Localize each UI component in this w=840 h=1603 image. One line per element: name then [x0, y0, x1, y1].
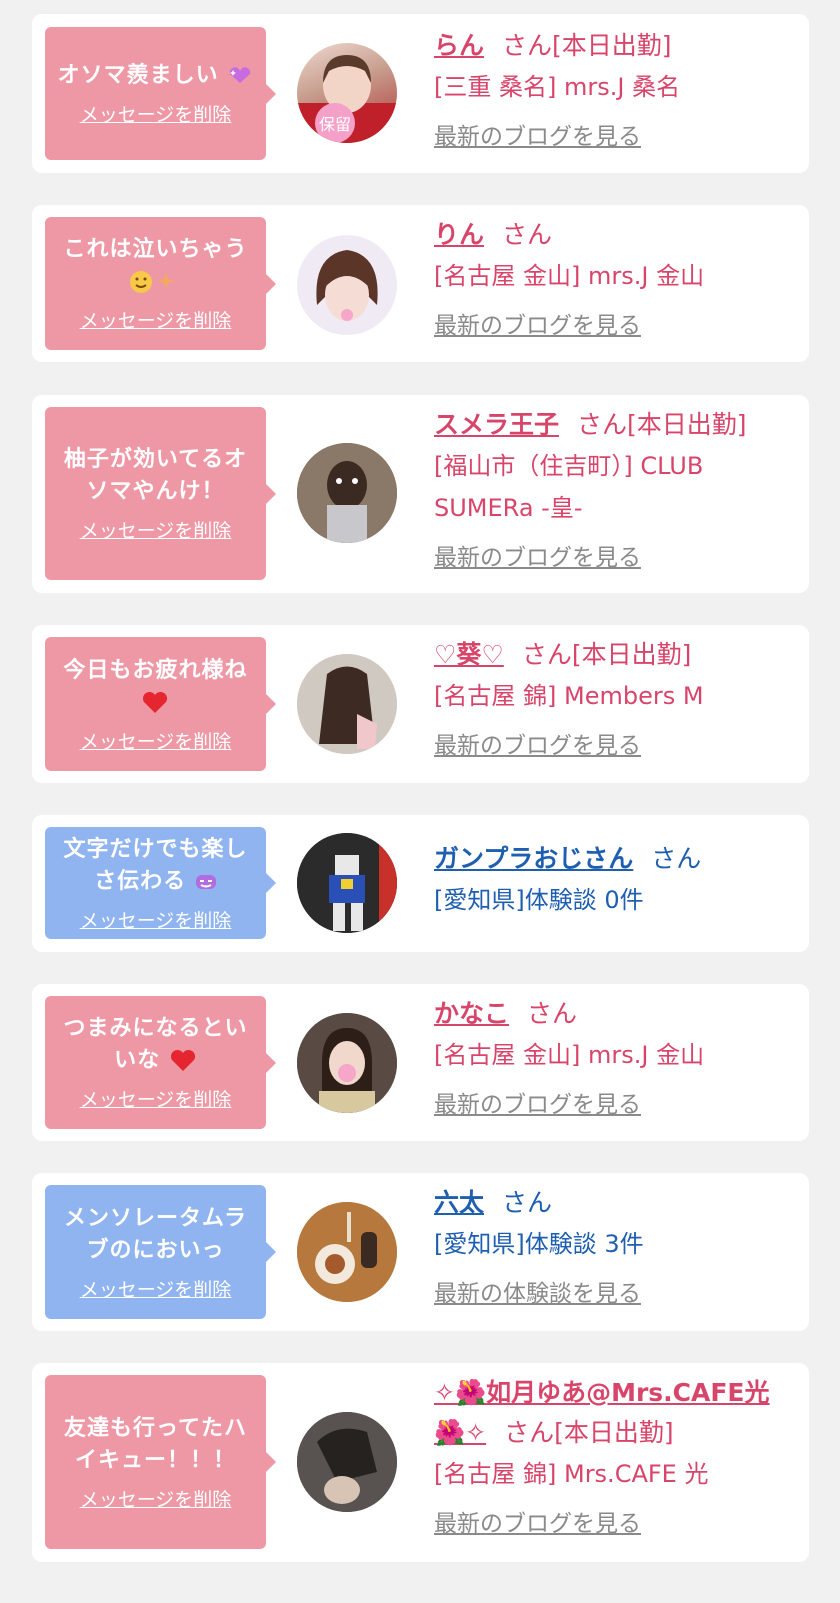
honorific-status: さん — [651, 844, 702, 873]
message-bubble: メンソレータムラブのにおいっ メッセージを削除 — [45, 1185, 276, 1319]
avatar-image — [297, 1412, 397, 1512]
avatar[interactable] — [297, 654, 397, 754]
shop-info: [三重 桑名] mrs.J 桑名 — [434, 73, 681, 101]
profile-info: りん さん [名古屋 金山] mrs.J 金山 最新のブログを見る — [434, 215, 791, 343]
message-bubble: 柚子が効いてるオソマやんけ！ メッセージを削除 — [45, 407, 276, 580]
message-text: 文字だけでも楽しさ伝わる — [63, 836, 248, 894]
teary-smile-icon — [130, 271, 175, 293]
avatar-image: 保留 — [297, 55, 397, 143]
message-text: 柚子が効いてるオソマやんけ！ — [63, 447, 248, 504]
profile-info: ♡葵♡ さん[本日出勤] [名古屋 錦] Members M 最新のブログを見る — [434, 635, 791, 763]
message-card: 文字だけでも楽しさ伝わる メッセージを削除 ガンプラおじさん さん [愛知県]体験… — [32, 815, 809, 952]
delete-message-link[interactable]: メッセージを削除 — [80, 1085, 232, 1112]
latest-blog-link[interactable]: 最新のブログを見る — [434, 729, 791, 763]
latest-blog-link[interactable]: 最新のブログを見る — [434, 541, 791, 575]
message-bubble: つまみになるといいな メッセージを削除 — [45, 996, 276, 1129]
shop-info: [愛知県]体験談 3件 — [434, 1230, 644, 1258]
latest-blog-link[interactable]: 最新のブログを見る — [434, 1088, 791, 1122]
message-text: これは泣いちゃう — [63, 237, 248, 262]
red-heart-icon — [143, 691, 168, 713]
message-bubble: これは泣いちゃう メッセージを削除 — [45, 217, 276, 350]
profile-name-link[interactable]: スメラ王子 — [434, 410, 559, 439]
delete-message-link[interactable]: メッセージを削除 — [80, 516, 232, 543]
avatar[interactable]: 保留 — [297, 43, 397, 143]
honorific-status: さん — [527, 999, 578, 1028]
message-bubble: 今日もお疲れ様ね メッセージを削除 — [45, 637, 276, 771]
honorific-status: さん[本日出勤] — [502, 31, 672, 60]
latest-blog-link[interactable]: 最新のブログを見る — [434, 1507, 791, 1541]
honorific-status: さん[本日出勤] — [577, 410, 747, 439]
delete-message-link[interactable]: メッセージを削除 — [80, 306, 232, 333]
profile-info: らん さん[本日出勤] [三重 桑名] mrs.J 桑名 最新のブログを見る — [434, 26, 791, 154]
avatar-image — [297, 1013, 397, 1113]
profile-info: かなこ さん [名古屋 金山] mrs.J 金山 最新のブログを見る — [434, 994, 791, 1122]
message-card: メンソレータムラブのにおいっ メッセージを削除 六太 さん [愛知県]体験談 3件… — [32, 1173, 809, 1331]
shop-info: [名古屋 金山] mrs.J 金山 — [434, 1041, 705, 1069]
avatar-image — [316, 250, 378, 321]
sparkle-heart-icon — [230, 67, 251, 83]
latest-blog-link[interactable]: 最新のブログを見る — [434, 120, 791, 154]
profile-name-link[interactable]: ガンプラおじさん — [434, 844, 633, 873]
message-text: 友達も行ってたハイキュー！！！ — [64, 1415, 247, 1473]
delete-message-link[interactable]: メッセージを削除 — [80, 100, 232, 127]
shop-info: [愛知県]体験談 0件 — [434, 886, 644, 914]
message-card: これは泣いちゃう メッセージを削除 りん さん [名古屋 金山] mrs.J 金山… — [32, 205, 809, 362]
avatar[interactable] — [297, 443, 397, 543]
profile-info: 六太 さん [愛知県]体験談 3件 最新の体験談を見る — [434, 1183, 791, 1311]
shop-info: [福山市（住吉町）] CLUB SUMERa -皇- — [434, 452, 704, 522]
avatar-image — [297, 443, 397, 543]
message-text: オソマ羨ましい — [57, 63, 219, 88]
shop-info: [名古屋 金山] mrs.J 金山 — [434, 262, 705, 290]
purple-face-icon — [195, 874, 216, 889]
honorific-status: さん[本日出勤] — [504, 1418, 674, 1447]
profile-name-link[interactable]: ♡葵♡ — [434, 640, 504, 669]
bye-heart-icon — [170, 1049, 195, 1071]
honorific-status: さん — [502, 1188, 553, 1217]
message-list: オソマ羨ましい メッセージを削除 保留 らん さん[本日出勤] [三重 桑名] m… — [0, 0, 840, 1603]
avatar[interactable] — [297, 1013, 397, 1113]
avatar[interactable] — [297, 235, 397, 335]
message-card: オソマ羨ましい メッセージを削除 保留 らん さん[本日出勤] [三重 桑名] m… — [32, 14, 809, 173]
avatar[interactable] — [297, 1412, 397, 1512]
avatar-image — [297, 833, 397, 933]
message-bubble: オソマ羨ましい メッセージを削除 — [45, 27, 276, 160]
honorific-status: さん[本日出勤] — [521, 640, 692, 669]
profile-name-link[interactable]: らん — [434, 31, 484, 60]
message-card: 今日もお疲れ様ね メッセージを削除 ♡葵♡ さん[本日出勤] [名古屋 錦] Me… — [32, 625, 809, 783]
avatar-image — [297, 654, 397, 754]
message-card: 友達も行ってたハイキュー！！！ メッセージを削除 ✧🌺如月ゆあ@Mrs.CAFE… — [32, 1363, 809, 1562]
profile-name-link[interactable]: かなこ — [434, 999, 509, 1028]
message-card: つまみになるといいな メッセージを削除 かなこ さん [名古屋 金山] mrs.J… — [32, 984, 809, 1141]
avatar-badge-text: 保留 — [319, 115, 351, 134]
profile-name-link[interactable]: りん — [434, 220, 484, 249]
shop-info: [名古屋 錦] Mrs.CAFE 光 — [434, 1460, 709, 1488]
message-text: つまみになるといいな — [63, 1016, 248, 1073]
message-text: 今日もお疲れ様ね — [63, 657, 248, 683]
delete-message-link[interactable]: メッセージを削除 — [80, 906, 232, 933]
profile-info: スメラ王子 さん[本日出勤] [福山市（住吉町）] CLUB SUMERa -皇-… — [434, 405, 791, 575]
avatar[interactable] — [297, 833, 397, 933]
message-text: メンソレータムラブのにおいっ — [64, 1205, 247, 1263]
avatar-image — [297, 1202, 397, 1302]
profile-name-link[interactable]: 六太 — [434, 1188, 484, 1217]
message-bubble: 友達も行ってたハイキュー！！！ メッセージを削除 — [45, 1375, 276, 1549]
message-card: 柚子が効いてるオソマやんけ！ メッセージを削除 スメラ王子 さん[本日出勤] [福… — [32, 395, 809, 593]
profile-info: ガンプラおじさん さん [愛知県]体験談 0件 — [434, 839, 791, 921]
shop-info: [名古屋 錦] Members M — [434, 682, 704, 710]
delete-message-link[interactable]: メッセージを削除 — [80, 1485, 232, 1512]
delete-message-link[interactable]: メッセージを削除 — [80, 1275, 232, 1302]
latest-review-link[interactable]: 最新の体験談を見る — [434, 1277, 791, 1311]
delete-message-link[interactable]: メッセージを削除 — [80, 727, 232, 754]
message-bubble: 文字だけでも楽しさ伝わる メッセージを削除 — [45, 827, 276, 939]
latest-blog-link[interactable]: 最新のブログを見る — [434, 309, 791, 343]
avatar[interactable] — [297, 1202, 397, 1302]
honorific-status: さん — [502, 220, 553, 249]
profile-info: ✧🌺如月ゆあ@Mrs.CAFE光🌺✧ さん[本日出勤] [名古屋 錦] Mrs.C… — [434, 1373, 791, 1541]
